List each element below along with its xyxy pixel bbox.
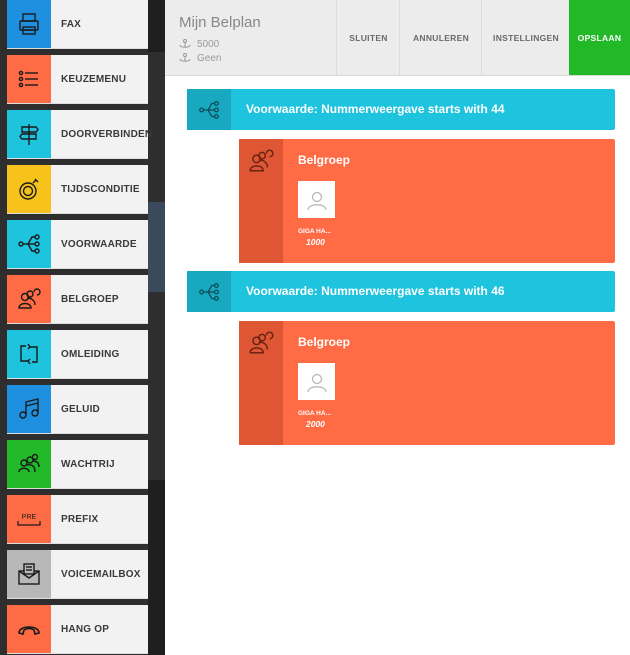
user-icon bbox=[306, 191, 327, 210]
background-strip bbox=[148, 202, 165, 292]
sidebar-item-label: VOORWAARDE bbox=[61, 238, 137, 250]
member-name: GIGA HA... bbox=[298, 410, 331, 417]
sidebar-item-fax[interactable]: FAX bbox=[7, 0, 148, 49]
sidebar-item-label: TIJDSCONDITIE bbox=[61, 183, 140, 195]
plan-title: Mijn Belplan bbox=[179, 14, 261, 31]
sidebar-item-wachtrij[interactable]: WACHTRIJ bbox=[7, 440, 148, 489]
condition-text: Voorwaarde: Nummerweergave starts with 4… bbox=[246, 284, 505, 298]
sidebar-item-label: FAX bbox=[61, 18, 82, 30]
sidebar-item-belgroep[interactable]: BELGROEP bbox=[7, 275, 148, 324]
ring-group-block[interactable]: Belgroep GIGA HA... 2000 bbox=[239, 321, 615, 445]
ring-group-icon-box bbox=[239, 321, 283, 445]
prefix-icon: PRE bbox=[7, 495, 51, 543]
group-icon bbox=[7, 275, 51, 323]
sidebar-item-doorverbinden[interactable]: DOORVERBINDEN bbox=[7, 110, 152, 159]
extension-icon bbox=[179, 39, 191, 48]
plan-fallback: Geen bbox=[197, 52, 222, 64]
user-icon bbox=[306, 373, 327, 392]
sidebar-item-voicemailbox[interactable]: VOICEMAILBOX bbox=[7, 550, 148, 599]
redirect-icon bbox=[7, 330, 51, 378]
cancel-button[interactable]: ANNULEREN bbox=[399, 0, 482, 75]
avatar[interactable] bbox=[298, 181, 335, 218]
header-bar: Mijn Belplan 5000 Geen SLUITEN ANNULEREN… bbox=[165, 0, 630, 76]
member-number: 1000 bbox=[306, 237, 325, 247]
background-strip bbox=[148, 480, 165, 655]
fax-icon bbox=[7, 0, 51, 48]
branch-icon bbox=[187, 271, 231, 312]
sidebar-item-label: BELGROEP bbox=[61, 293, 119, 305]
sidebar-item-label: HANG OP bbox=[61, 623, 110, 635]
ring-group-title: Belgroep bbox=[298, 335, 351, 349]
sidebar-item-geluid[interactable]: GELUID bbox=[7, 385, 148, 434]
ring-group-title: Belgroep bbox=[298, 153, 351, 167]
plan-fallback-row: Geen bbox=[179, 51, 261, 65]
sidebar-item-label: PREFIX bbox=[61, 513, 99, 525]
sidebar-item-label: OMLEIDING bbox=[61, 348, 120, 360]
group-icon bbox=[249, 331, 274, 354]
member-name: GIGA HA... bbox=[298, 228, 331, 235]
plan-number-row: 5000 bbox=[179, 37, 261, 51]
hangup-icon bbox=[7, 605, 51, 653]
sidebar-item-label: WACHTRIJ bbox=[61, 458, 115, 470]
member-number: 2000 bbox=[306, 419, 325, 429]
condition-text: Voorwaarde: Nummerweergave starts with 4… bbox=[246, 102, 505, 116]
sidebar-item-voorwaarde[interactable]: VOORWAARDE bbox=[7, 220, 148, 269]
condition-block[interactable]: Voorwaarde: Nummerweergave starts with 4… bbox=[187, 271, 615, 312]
ring-group-block[interactable]: Belgroep GIGA HA... 1000 bbox=[239, 139, 615, 263]
fallback-icon bbox=[179, 53, 191, 62]
sidebar-item-label: KEUZEMENU bbox=[61, 73, 127, 85]
stopwatch-icon bbox=[7, 165, 51, 213]
branch-icon bbox=[187, 89, 231, 130]
sidebar-item-tijdsconditie[interactable]: TIJDSCONDITIE bbox=[7, 165, 148, 214]
sidebar-item-keuzemenu[interactable]: KEUZEMENU bbox=[7, 55, 148, 104]
envelope-icon bbox=[7, 550, 51, 598]
sidebar-item-prefix[interactable]: PRE PREFIX bbox=[7, 495, 148, 544]
save-button[interactable]: OPSLAAN bbox=[569, 0, 630, 75]
background-strip bbox=[148, 0, 165, 52]
music-icon bbox=[7, 385, 51, 433]
condition-block[interactable]: Voorwaarde: Nummerweergave starts with 4… bbox=[187, 89, 615, 130]
menu-list-icon bbox=[7, 55, 51, 103]
sidebar-item-omleiding[interactable]: OMLEIDING bbox=[7, 330, 148, 379]
close-button[interactable]: SLUITEN bbox=[336, 0, 400, 75]
svg-text:PRE: PRE bbox=[22, 514, 37, 521]
signpost-icon bbox=[7, 110, 51, 158]
settings-button[interactable]: INSTELLINGEN bbox=[481, 0, 570, 75]
group-icon bbox=[249, 149, 274, 172]
sidebar-item-label: GELUID bbox=[61, 403, 100, 415]
sidebar-item-hang-op[interactable]: HANG OP bbox=[7, 605, 148, 654]
sidebar-item-label: VOICEMAILBOX bbox=[61, 568, 141, 580]
sidebar-item-label: DOORVERBINDEN bbox=[61, 128, 153, 140]
branch-icon bbox=[7, 220, 51, 268]
ring-group-icon-box bbox=[239, 139, 283, 263]
plan-info: Mijn Belplan 5000 Geen bbox=[179, 14, 261, 65]
plan-number: 5000 bbox=[197, 38, 220, 50]
queue-icon bbox=[7, 440, 51, 488]
avatar[interactable] bbox=[298, 363, 335, 400]
